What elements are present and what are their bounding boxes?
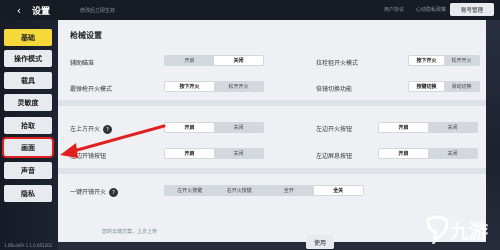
scope-switch-toggle[interactable]: 按键切换 滑动切换 xyxy=(408,81,480,92)
version-text: 1.0BuildPr 1.1.0.851202 xyxy=(4,243,53,248)
sidebar-item-graphics[interactable]: 画面 xyxy=(2,137,54,158)
left-scope-button-toggle[interactable]: 开启 关闭 xyxy=(164,148,264,159)
sidebar-item-control-mode[interactable]: 操作模式 xyxy=(4,50,52,67)
bolt-fire-toggle[interactable]: 按下开火 松开开火 xyxy=(408,55,480,66)
one-key-right[interactable]: 右开火按键 xyxy=(215,186,265,195)
user-agreement-link[interactable]: 用户协议 xyxy=(384,6,404,13)
sidebar-item-sound[interactable]: 声音 xyxy=(4,162,52,179)
sidebar-item-sensitivity[interactable]: 灵敏度 xyxy=(4,94,52,111)
one-key-left[interactable]: 左开火按键 xyxy=(165,186,215,195)
privacy-policy-link[interactable]: 心动隐私政策 xyxy=(416,6,446,13)
section-divider xyxy=(58,168,486,174)
aim-assist-off[interactable]: 关闭 xyxy=(214,56,263,65)
help-icon[interactable]: ? xyxy=(109,188,119,197)
left-fire-toggle[interactable]: 开启 关闭 xyxy=(164,122,264,133)
aim-assist-label: 辅助瞄准 xyxy=(70,60,95,67)
left-fire-button-on[interactable]: 开启 xyxy=(379,123,428,132)
one-key-all-on[interactable]: 全开 xyxy=(264,186,314,195)
cloud-note: 您的云端方案，上次上传 xyxy=(102,229,158,235)
left-hold-button-toggle[interactable]: 开启 关闭 xyxy=(378,148,478,159)
shotgun-fire-label: 霰弹枪开火模式 xyxy=(70,86,113,93)
sidebar-item-privacy[interactable]: 隐私 xyxy=(4,185,52,202)
one-key-label: 一键开镜开火? xyxy=(70,187,119,197)
left-hold-button-on[interactable]: 开启 xyxy=(379,149,428,158)
aim-assist-toggle[interactable]: 开启 关闭 xyxy=(164,55,264,66)
sidebar-item-pickup[interactable]: 拾取 xyxy=(4,117,52,134)
settings-hint: 修改后立即生效 xyxy=(80,7,116,14)
section-divider xyxy=(58,100,486,106)
left-hold-button-label: 左边屏息按钮 xyxy=(316,153,353,160)
use-button[interactable]: 使用 xyxy=(306,235,334,249)
aim-assist-on[interactable]: 开启 xyxy=(165,56,214,65)
shotgun-fire-toggle[interactable]: 按下开火 松开开火 xyxy=(164,81,264,92)
page-title: 设置 xyxy=(32,6,51,17)
scope-switch-slide[interactable]: 滑动切换 xyxy=(444,82,479,91)
section-title: 枪械设置 xyxy=(70,31,102,40)
bolt-fire-press[interactable]: 按下开火 xyxy=(409,56,444,65)
left-fire-on[interactable]: 开启 xyxy=(165,123,214,132)
back-arrow-icon[interactable]: ‹ xyxy=(10,3,28,17)
watermark-icon xyxy=(426,215,449,247)
one-key-toggle[interactable]: 左开火按键 右开火按键 全开 全关 xyxy=(164,185,364,196)
help-icon[interactable]: ? xyxy=(103,125,113,134)
watermark-logo: 九游 xyxy=(424,214,494,247)
sidebar-item-basic[interactable]: 基础 xyxy=(4,29,52,46)
bolt-fire-label: 拉栓狙开火模式 xyxy=(316,60,359,67)
scope-switch-button[interactable]: 按键切换 xyxy=(409,82,444,91)
shotgun-fire-release[interactable]: 松开开火 xyxy=(214,82,263,91)
shotgun-fire-press[interactable]: 按下开火 xyxy=(165,82,214,91)
left-fire-button-label: 左边开火按钮 xyxy=(316,126,353,133)
watermark-text: 九游 xyxy=(450,221,489,243)
one-key-all-off[interactable]: 全关 xyxy=(313,186,363,195)
top-links: 用户协议 心动隐私政策 xyxy=(384,6,446,13)
settings-panel: 枪械设置 辅助瞄准 开启 关闭 拉栓狙开火模式 按下开火 松开开火 霰弹枪开火模… xyxy=(58,20,486,242)
bolt-fire-release[interactable]: 松开开火 xyxy=(444,56,479,65)
left-scope-button-off[interactable]: 关闭 xyxy=(214,149,263,158)
left-fire-label: 左上方开火? xyxy=(70,124,113,134)
left-fire-button-off[interactable]: 关闭 xyxy=(428,123,477,132)
sidebar-item-vehicle[interactable]: 载具 xyxy=(4,72,52,89)
left-fire-off[interactable]: 关闭 xyxy=(214,123,263,132)
left-hold-button-off[interactable]: 关闭 xyxy=(428,149,477,158)
left-scope-button-on[interactable]: 开启 xyxy=(165,149,214,158)
left-scope-button-label: 左边开镜按钮 xyxy=(70,153,107,160)
left-fire-button-toggle[interactable]: 开启 关闭 xyxy=(378,122,478,133)
scope-switch-label: 倍镜切换功能 xyxy=(316,86,353,93)
account-management-button[interactable]: 账号管理 xyxy=(450,3,494,16)
